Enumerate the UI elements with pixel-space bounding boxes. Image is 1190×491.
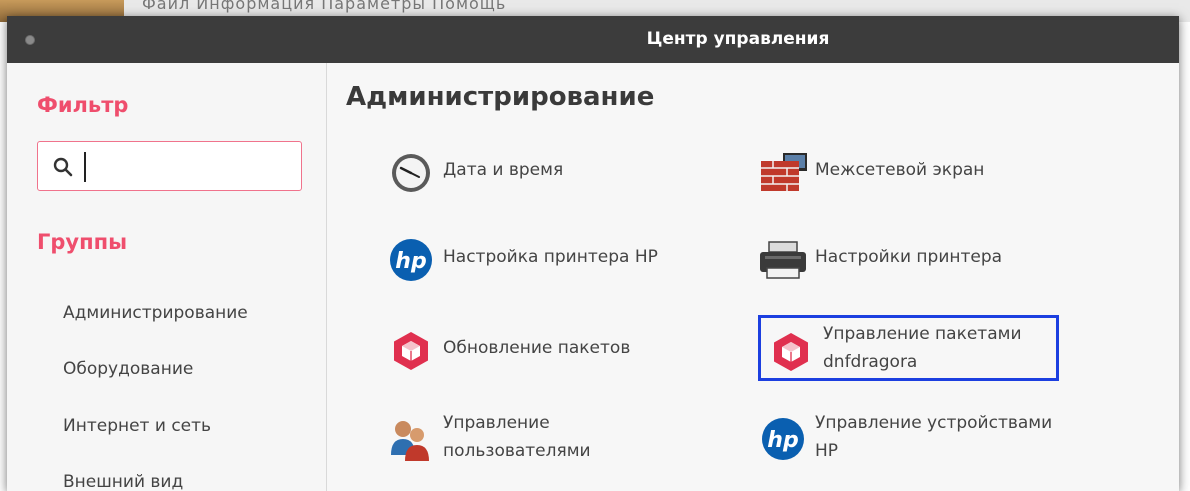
tool-label: Обновление пакетов (443, 338, 631, 358)
tool-label: Управление пакетами (823, 324, 1022, 344)
search-input[interactable] (84, 152, 290, 182)
tool-hp-printer-setup[interactable]: hp Настройка принтера HP (385, 228, 725, 290)
firewall-icon (761, 153, 807, 191)
tool-label: Управление (443, 413, 550, 433)
svg-text:hp: hp (395, 249, 426, 274)
group-item-administration[interactable]: Администрирование (63, 303, 248, 323)
search-box[interactable] (37, 141, 302, 191)
main-content: Администрирование Дата и время Межсетево… (327, 63, 1179, 491)
control-center-window: Центр управления Фильтр Группы Администр… (7, 16, 1179, 491)
section-title: Администрирование (346, 82, 655, 112)
tool-label: Межсетевой экран (815, 160, 985, 180)
search-icon (53, 157, 73, 177)
tool-hp-device-management[interactable]: hp Управление устройствами HP (757, 407, 1137, 469)
hp-logo-icon: hp (390, 239, 432, 281)
titlebar: Центр управления (7, 16, 1179, 63)
tool-package-update[interactable]: Обновление пакетов (385, 319, 715, 381)
users-icon (391, 421, 429, 461)
printer-icon (760, 241, 806, 279)
tool-label-line2: HP (815, 441, 839, 461)
groups-heading: Группы (37, 230, 128, 254)
tool-user-management[interactable]: Управление пользователями (385, 407, 715, 469)
tool-label: Настройка принтера HP (443, 247, 658, 267)
tool-label-line2: dnfdragora (823, 352, 918, 372)
tool-date-time[interactable]: Дата и время (385, 141, 705, 203)
group-item-appearance[interactable]: Внешний вид (63, 472, 183, 491)
hp-logo-icon: hp (762, 418, 804, 460)
sidebar: Фильтр Группы Администрирование Оборудов… (7, 63, 327, 491)
package-icon (774, 333, 808, 371)
tool-label: Управление устройствами (815, 413, 1053, 433)
background-menu: Файл Информация Параметры Помощь (142, 0, 507, 13)
tool-firewall[interactable]: Межсетевой экран (757, 141, 1087, 203)
package-icon (394, 332, 428, 370)
filter-heading: Фильтр (37, 93, 129, 117)
group-item-hardware[interactable]: Оборудование (63, 359, 193, 379)
window-title: Центр управления (646, 29, 830, 49)
tool-package-manager-dnfdragora[interactable]: Управление пакетами dnfdragora (758, 315, 1059, 381)
tool-printer-settings[interactable]: Настройки принтера (757, 228, 1087, 290)
tool-label: Дата и время (443, 160, 564, 180)
tool-label-line2: пользователями (443, 441, 591, 461)
tool-label: Настройки принтера (815, 247, 1003, 267)
group-item-network[interactable]: Интернет и сеть (63, 416, 211, 436)
svg-text:hp: hp (767, 428, 798, 453)
clock-icon (392, 154, 430, 192)
